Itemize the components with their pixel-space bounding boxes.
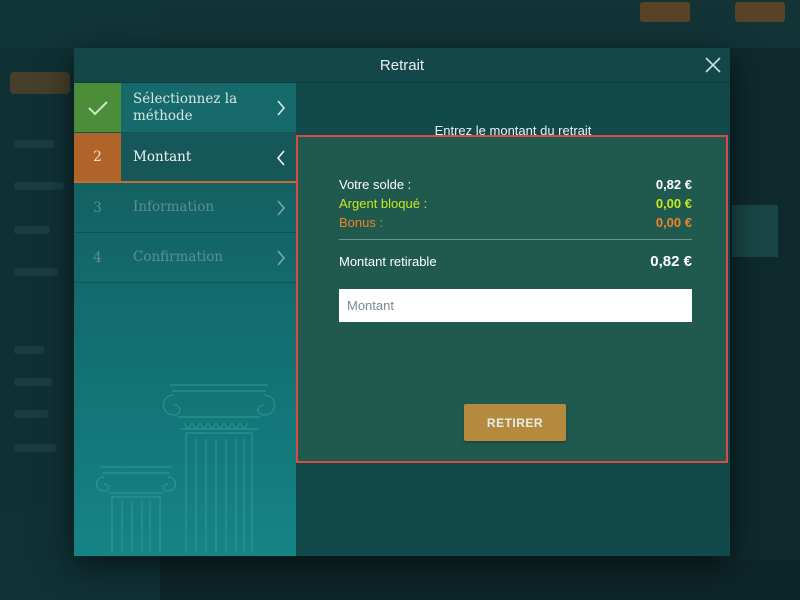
background-badge: [10, 72, 70, 94]
blocked-label: Argent bloqué :: [339, 196, 428, 211]
step-confirmation[interactable]: 4 Confirmation: [74, 233, 296, 283]
background-footer: [160, 560, 800, 600]
background-panel: [732, 205, 778, 257]
divider: [339, 239, 692, 240]
background-button: [735, 2, 785, 22]
background-line: [14, 140, 54, 148]
step-amount[interactable]: 2 Montant: [74, 133, 296, 183]
amount-panel: Votre solde : 0,82 € Argent bloqué : 0,0…: [296, 135, 728, 463]
steps-sidebar: Sélectionnez la méthode 2 Montant 3 Info…: [74, 83, 296, 556]
background-line: [14, 346, 44, 354]
background-line: [14, 444, 56, 452]
step-number: 3: [93, 199, 102, 216]
withdraw-button[interactable]: RETIRER: [464, 404, 566, 441]
step-content: Entrez le montant du retrait Votre solde…: [296, 83, 730, 556]
withdrawal-modal: Retrait Sélectionnez la méthode 2 Montan…: [74, 48, 730, 556]
chevron-left-icon: [276, 150, 286, 166]
background-line: [14, 226, 50, 234]
check-icon: [87, 100, 108, 115]
step-label: Sélectionnez la méthode: [133, 90, 238, 124]
chevron-right-icon: [276, 250, 286, 266]
bonus-value: 0,00 €: [655, 215, 692, 230]
step-label: Montant: [133, 148, 192, 165]
step-information[interactable]: 3 Information: [74, 183, 296, 233]
modal-header: Retrait: [74, 48, 730, 83]
balance-summary: Votre solde : 0,82 € Argent bloqué : 0,0…: [339, 177, 692, 272]
balance-value: 0,82 €: [655, 177, 692, 192]
background-line: [14, 378, 52, 386]
balance-label: Votre solde :: [339, 177, 412, 192]
background-line: [14, 410, 48, 418]
blocked-value: 0,00 €: [655, 196, 692, 211]
withdrawable-label: Montant retirable: [339, 253, 437, 269]
step-number: 4: [93, 249, 102, 266]
bonus-row: Bonus : 0,00 €: [339, 215, 692, 234]
modal-title: Retrait: [379, 56, 425, 74]
amount-input[interactable]: [339, 289, 692, 322]
close-icon: [705, 57, 721, 73]
chevron-right-icon: [276, 100, 286, 116]
background-button: [640, 2, 690, 22]
withdrawable-value: 0,82 €: [650, 252, 692, 270]
bonus-label: Bonus :: [339, 215, 384, 230]
background-line: [14, 268, 58, 276]
step-label: Information: [133, 199, 215, 215]
greek-columns-illustration: [95, 384, 276, 553]
step-label: Confirmation: [133, 249, 224, 265]
chevron-right-icon: [276, 200, 286, 216]
blocked-row: Argent bloqué : 0,00 €: [339, 196, 692, 215]
background-line: [14, 182, 64, 190]
step-number: 2: [74, 133, 121, 181]
close-button[interactable]: [704, 56, 722, 74]
step-select-method[interactable]: Sélectionnez la méthode: [74, 83, 296, 133]
balance-row: Votre solde : 0,82 €: [339, 177, 692, 196]
withdrawable-row: Montant retirable 0,82 €: [339, 250, 692, 272]
step-done-badge: [74, 83, 121, 132]
